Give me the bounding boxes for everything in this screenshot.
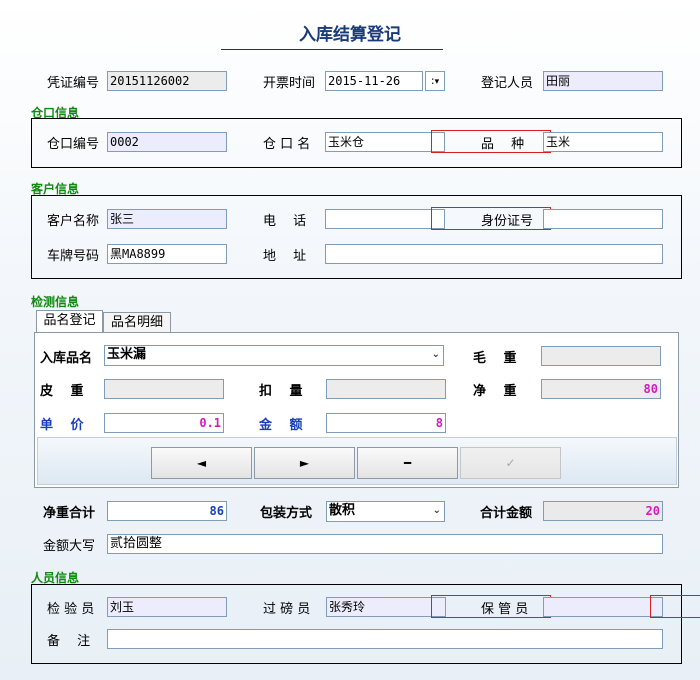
warehouse-name-label: 仓 口 名 [263,137,311,152]
weigher-label: 过 磅 员 [263,602,311,617]
tare-label: 皮 重 [40,384,84,399]
id-field[interactable] [543,209,663,229]
tab-product-detail[interactable]: 品名明细 [103,312,171,333]
registrar-field[interactable]: 田丽 [543,71,663,91]
date-picker-button[interactable]: :▾ [425,71,445,91]
page-title: 入库结算登记 [299,25,401,45]
confirm-button[interactable]: ✓ [460,447,561,479]
total-amount-field[interactable]: 20 [543,501,663,521]
remark-label: 备 注 [47,634,91,649]
title-underline [221,49,443,50]
price-label: 单 价 [40,418,84,433]
net-field[interactable]: 80 [541,379,661,399]
product-name-value: 玉米漏 [107,347,147,362]
date-label: 开票时间 [263,76,316,91]
keeper-label: 保 管 员 [481,602,529,617]
gross-field[interactable] [541,346,661,366]
warehouse-code-label: 仓口编号 [47,137,100,152]
highlight-box [650,595,700,618]
inspection-section-title: 检测信息 [31,295,80,309]
variety-label: 品 种 [481,137,525,152]
net-total-label: 净重合计 [43,506,96,521]
voucher-label: 凭证编号 [47,76,100,91]
next-button[interactable]: ► [254,447,355,479]
id-label: 身份证号 [481,214,534,229]
chevron-down-icon: ▾ [434,77,440,87]
staff-group [31,584,682,664]
address-field[interactable] [325,244,663,264]
chevron-down-icon: ⌄ [431,349,440,360]
variety-field[interactable]: 玉米 [543,132,663,152]
plate-field[interactable]: 黑MA8899 [107,244,227,264]
packing-label: 包装方式 [260,506,313,521]
amount-field[interactable]: 8 [326,413,446,433]
net-label: 净 重 [473,384,517,399]
voucher-field[interactable]: 20151126002 [107,71,227,91]
packing-select[interactable]: 散积 ⌄ [326,501,445,522]
phone-label: 电 话 [263,214,307,229]
phone-field[interactable] [325,209,445,229]
amount-label: 金 额 [259,418,303,433]
deduct-field[interactable] [326,379,446,399]
product-name-select[interactable]: 玉米漏 ⌄ [104,345,444,366]
plate-label: 车牌号码 [47,249,100,264]
product-name-label: 入库品名 [40,351,93,366]
tab-product-register[interactable]: 品名登记 [36,310,103,333]
net-total-field[interactable]: 86 [107,501,227,521]
remark-field[interactable] [107,629,663,649]
customer-name-label: 客户名称 [47,214,100,229]
packing-value: 散积 [329,503,356,518]
amount-words-label: 金额大写 [43,539,96,554]
total-amount-label: 合计金额 [480,506,533,521]
customer-name-field[interactable]: 张三 [107,209,227,229]
inspector-label: 检 验 员 [47,602,95,617]
deduct-label: 扣 量 [259,384,303,399]
weigher-field[interactable]: 张秀玲 [326,597,446,617]
warehouse-code-field[interactable]: 0002 [107,132,227,152]
gross-label: 毛 重 [473,351,517,366]
registrar-label: 登记人员 [481,76,534,91]
price-field[interactable]: 0.1 [104,413,224,433]
prev-button[interactable]: ◄ [151,447,252,479]
amount-words-field[interactable]: 贰拾圆整 [107,534,663,554]
tare-field[interactable] [104,379,224,399]
inspector-field[interactable]: 刘玉 [107,597,227,617]
customer-group [31,195,682,279]
warehouse-name-field[interactable]: 玉米仓 [325,132,445,152]
keeper-field[interactable] [543,597,663,617]
date-field[interactable]: 2015-11-26 [325,71,423,91]
address-label: 地 址 [263,249,307,264]
delete-button[interactable]: ━ [357,447,458,479]
chevron-down-icon: ⌄ [432,505,441,516]
